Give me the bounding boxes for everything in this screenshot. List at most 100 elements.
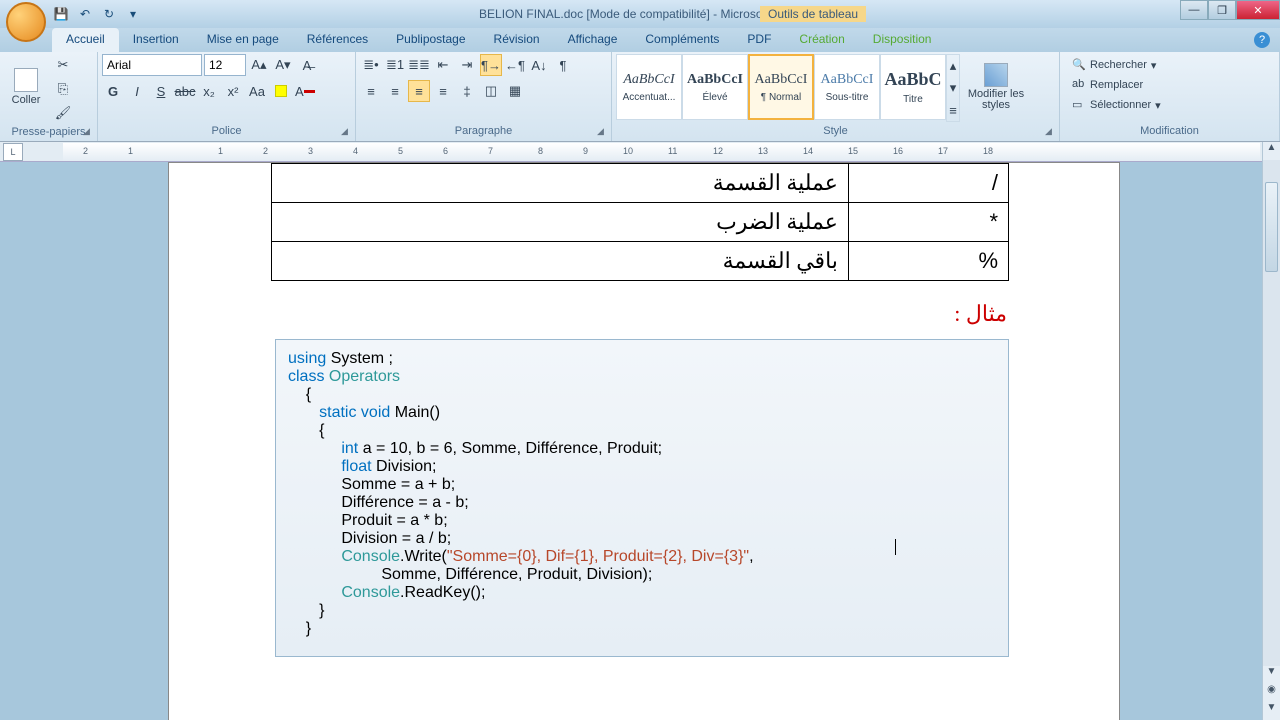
font-size-combo[interactable] (204, 54, 246, 76)
save-icon[interactable]: 💾 (52, 5, 70, 23)
line-spacing-button[interactable]: ‡ (456, 80, 478, 102)
tab-publipostage[interactable]: Publipostage (382, 28, 479, 52)
highlight-button[interactable] (270, 80, 292, 102)
window-title: BELION FINAL.doc [Mode de compatibilité]… (479, 7, 801, 21)
change-styles-button[interactable]: Modifier les styles (964, 54, 1028, 120)
group-label: Modification (1064, 123, 1275, 139)
bullets-button[interactable]: ≣• (360, 54, 382, 76)
styles-scroll-down-icon[interactable]: ▾ (947, 77, 959, 99)
numbering-button[interactable]: ≣1 (384, 54, 406, 76)
group-paragraphe: ≣• ≣1 ≣≣ ⇤ ⇥ ¶→ ←¶ A↓ ¶ ≡ ≡ ≡ ≡ ‡ ◫ (356, 52, 612, 141)
styles-scroll-up-icon[interactable]: ▴ (947, 55, 959, 77)
clear-formatting-button[interactable]: A̶ (296, 54, 318, 76)
prev-page-icon[interactable]: ◉ (1263, 684, 1280, 702)
select-icon: ▭ (1072, 98, 1086, 112)
group-modification: 🔍Rechercher ▾ abRemplacer ▭Sélectionner … (1060, 52, 1280, 141)
dialog-launcher-icon[interactable]: ◢ (1045, 126, 1057, 138)
find-icon: 🔍 (1072, 58, 1086, 72)
font-color-button[interactable]: A (294, 80, 316, 102)
justify-button[interactable]: ≡ (432, 80, 454, 102)
tab-pdf[interactable]: PDF (733, 28, 785, 52)
undo-icon[interactable]: ↶ (76, 5, 94, 23)
table-row[interactable]: عملية القسمة/ (272, 164, 1009, 203)
qat-customize-icon[interactable]: ▾ (124, 5, 142, 23)
align-left-button[interactable]: ≡ (360, 80, 382, 102)
select-button[interactable]: ▭Sélectionner ▾ (1066, 96, 1167, 114)
operators-table[interactable]: عملية القسمة/ عملية الضرب* باقي القسمة% (271, 163, 1009, 281)
tab-selector-button[interactable]: L (3, 143, 23, 161)
styles-gallery[interactable]: AaBbCcI Accentuat... AaBbCcI Élevé AaBbC… (616, 54, 960, 122)
tab-revision[interactable]: Révision (480, 28, 554, 52)
paste-button[interactable]: Coller (4, 54, 48, 120)
style-accentuation[interactable]: AaBbCcI Accentuat... (616, 54, 682, 120)
find-button[interactable]: 🔍Rechercher ▾ (1066, 56, 1167, 74)
increase-indent-button[interactable]: ⇥ (456, 54, 478, 76)
scroll-down-icon[interactable]: ▼ (1263, 666, 1280, 684)
tab-accueil[interactable]: Accueil (52, 28, 119, 52)
subscript-button[interactable]: x₂ (198, 80, 220, 102)
superscript-button[interactable]: x² (222, 80, 244, 102)
underline-button[interactable]: S (150, 80, 172, 102)
ruler-bar: L 2 1 1 2 3 4 5 6 7 8 9 10 11 12 13 14 1… (0, 142, 1280, 162)
style-titre[interactable]: AaBbC Titre (880, 54, 946, 120)
decrease-indent-button[interactable]: ⇤ (432, 54, 454, 76)
change-case-button[interactable]: Aa (246, 80, 268, 102)
group-label: Style (616, 123, 1055, 139)
align-center-button[interactable]: ≡ (384, 80, 406, 102)
dialog-launcher-icon[interactable]: ◢ (341, 126, 353, 138)
cut-button[interactable]: ✂ (52, 54, 74, 76)
borders-button[interactable]: ▦ (504, 80, 526, 102)
document-area: عملية القسمة/ عملية الضرب* باقي القسمة% … (0, 162, 1262, 720)
tab-references[interactable]: Références (293, 28, 382, 52)
align-right-button[interactable]: ≡ (408, 80, 430, 102)
tab-creation[interactable]: Création (785, 28, 858, 52)
ltr-button[interactable]: ¶→ (480, 54, 502, 76)
group-presse-papiers: Coller ✂ ⎘ 🖌 Presse-papiers ◢ (0, 52, 98, 141)
format-painter-button[interactable]: 🖌 (52, 102, 74, 124)
next-page-icon[interactable]: ▼ (1263, 702, 1280, 720)
style-sous-titre[interactable]: AaBbCcI Sous-titre (814, 54, 880, 120)
tab-complements[interactable]: Compléments (631, 28, 733, 52)
vertical-scrollbar[interactable]: ▲ ▼ ◉ ▼ (1262, 142, 1280, 720)
restore-button[interactable]: ❐ (1208, 0, 1236, 20)
horizontal-ruler[interactable]: 2 1 1 2 3 4 5 6 7 8 9 10 11 12 13 14 15 … (63, 143, 1260, 161)
copy-button[interactable]: ⎘ (52, 78, 74, 100)
tab-mise-en-page[interactable]: Mise en page (193, 28, 293, 52)
font-name-combo[interactable] (102, 54, 202, 76)
multilevel-list-button[interactable]: ≣≣ (408, 54, 430, 76)
bold-button[interactable]: G (102, 80, 124, 102)
table-row[interactable]: عملية الضرب* (272, 203, 1009, 242)
document-page[interactable]: عملية القسمة/ عملية الضرب* باقي القسمة% … (168, 162, 1120, 720)
help-icon[interactable]: ? (1254, 32, 1270, 48)
rtl-button[interactable]: ←¶ (504, 54, 526, 76)
code-block[interactable]: using System ; class Operators { static … (275, 339, 1009, 657)
style-eleve[interactable]: AaBbCcI Élevé (682, 54, 748, 120)
shading-button[interactable]: ◫ (480, 80, 502, 102)
tab-disposition[interactable]: Disposition (859, 28, 946, 52)
sort-button[interactable]: A↓ (528, 54, 550, 76)
table-row[interactable]: باقي القسمة% (272, 242, 1009, 281)
tab-insertion[interactable]: Insertion (119, 28, 193, 52)
styles-expand-icon[interactable]: ≡ (947, 99, 959, 121)
minimize-button[interactable]: — (1180, 0, 1208, 20)
tab-affichage[interactable]: Affichage (554, 28, 632, 52)
style-normal[interactable]: AaBbCcI ¶ Normal (748, 54, 814, 120)
ribbon: Coller ✂ ⎘ 🖌 Presse-papiers ◢ A▴ A▾ A̶ (0, 52, 1280, 142)
grow-font-button[interactable]: A▴ (248, 54, 270, 76)
close-button[interactable]: ✕ (1236, 0, 1280, 20)
paste-label: Coller (12, 94, 41, 106)
window-controls: — ❐ ✕ (1180, 0, 1280, 20)
strikethrough-button[interactable]: abc (174, 80, 196, 102)
redo-icon[interactable]: ↻ (100, 5, 118, 23)
paste-icon (14, 68, 38, 92)
scroll-up-icon[interactable]: ▲ (1263, 142, 1280, 160)
dialog-launcher-icon[interactable]: ◢ (597, 126, 609, 138)
show-formatting-button[interactable]: ¶ (552, 54, 574, 76)
italic-button[interactable]: I (126, 80, 148, 102)
example-label[interactable]: مثال : (954, 301, 1007, 327)
replace-button[interactable]: abRemplacer (1066, 76, 1167, 94)
office-button[interactable] (6, 2, 46, 42)
shrink-font-button[interactable]: A▾ (272, 54, 294, 76)
dialog-launcher-icon[interactable]: ◢ (83, 126, 95, 138)
scrollbar-thumb[interactable] (1265, 182, 1278, 272)
